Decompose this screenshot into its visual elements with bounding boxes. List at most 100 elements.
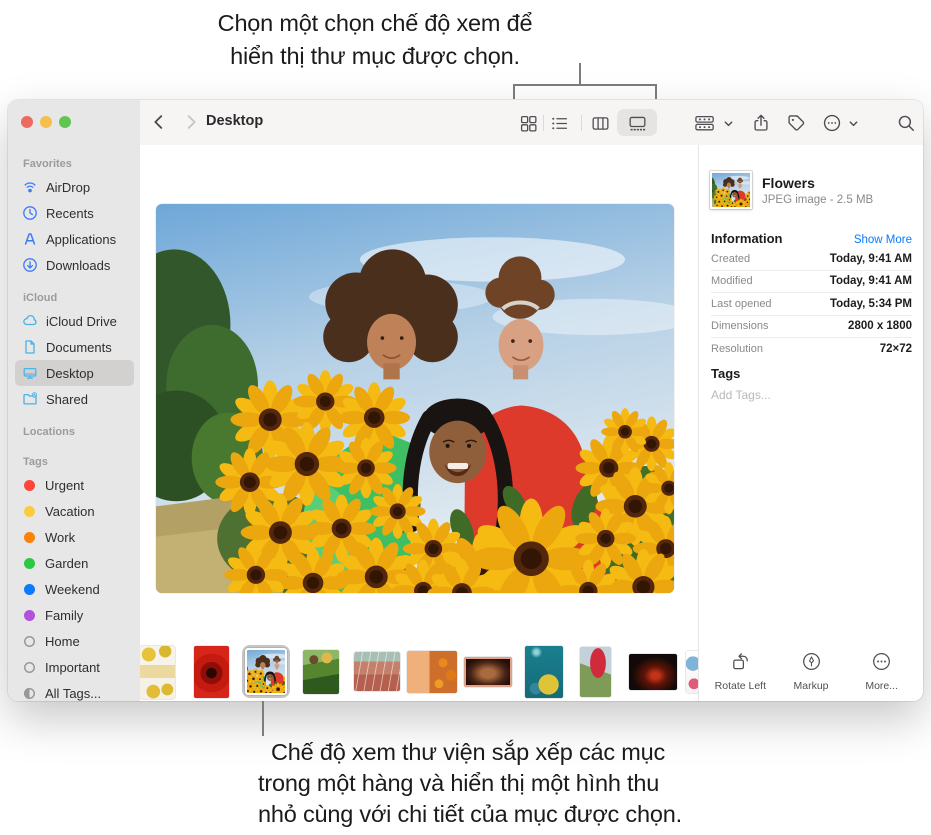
list-view-button[interactable] [547, 111, 571, 135]
gallery-view-button[interactable] [625, 111, 649, 135]
information-header: Information [711, 231, 783, 246]
file-subtitle: JPEG image - 2.5 MB [762, 193, 874, 206]
window-controls [21, 116, 71, 128]
gallery-thumbnail[interactable] [242, 645, 290, 698]
sidebar-row[interactable]: Locations [15, 422, 134, 442]
search-button[interactable] [893, 110, 919, 136]
gallery-strip [140, 640, 698, 701]
sidebar-row-label: Vacation [45, 503, 95, 519]
more-options-icon [823, 114, 841, 132]
sidebar-row[interactable]: Applications [15, 226, 134, 252]
tags-button[interactable] [783, 110, 809, 136]
add-tags-field[interactable]: Add Tags... [711, 388, 771, 402]
tag-color-dot [24, 531, 35, 543]
more-options-button[interactable] [819, 110, 845, 136]
applications-icon [21, 231, 39, 247]
sidebar-row-label: Important [45, 659, 100, 675]
annotation-top-line2: hiển thị thư mục được chọn. [230, 43, 520, 69]
sidebar-row-label: iCloud Drive [46, 313, 117, 329]
sidebar-row[interactable]: Favorites [15, 154, 134, 174]
gallery-thumbnail[interactable] [525, 646, 563, 698]
callout-stem-top [579, 63, 581, 84]
action-button[interactable]: More... [846, 651, 917, 692]
sidebar-row-label: Weekend [45, 581, 100, 597]
thumbnail-image [686, 651, 698, 693]
annotation-bottom-line1: Chế độ xem thư viện sắp xếp các mục [271, 739, 666, 765]
icons-view-button[interactable] [516, 111, 540, 135]
info-label: Dimensions [711, 320, 769, 333]
sidebar-row[interactable]: Weekend [15, 576, 134, 602]
group-by-chevron-icon[interactable] [721, 116, 735, 130]
sidebar-row-label: Documents [46, 339, 112, 355]
tag-color-dot [24, 583, 35, 595]
sidebar-row[interactable]: iCloud Drive [15, 308, 134, 334]
thumbnail-image [629, 654, 677, 690]
gallery-thumbnail[interactable] [140, 646, 175, 699]
gallery-thumbnail[interactable] [686, 651, 698, 693]
action-button[interactable]: Rotate Left [705, 651, 776, 692]
sidebar-row-label: Recents [46, 205, 94, 221]
show-more-link[interactable]: Show More [854, 234, 912, 246]
thumbnail-image [245, 648, 287, 695]
sidebar-row[interactable]: Downloads [15, 252, 134, 278]
close-window-button[interactable] [21, 116, 33, 128]
sidebar-row[interactable]: Garden [15, 550, 134, 576]
sidebar-row[interactable]: Family [15, 602, 134, 628]
sidebar-row[interactable]: iCloud [15, 288, 134, 308]
search-icon [898, 115, 914, 131]
group-by-button[interactable] [692, 111, 718, 135]
sidebar-row[interactable]: Documents [15, 334, 134, 360]
sidebar-row[interactable]: Recents [15, 200, 134, 226]
preview-thumbnail[interactable] [710, 171, 752, 209]
info-row: Resolution 72×72 [711, 338, 912, 360]
sidebar: Favorites AirDrop Recents Applications D… [8, 100, 141, 701]
thumbnail-image [407, 651, 457, 693]
annotation-bottom-line3: nhỏ cùng với chi tiết của mục được chọn. [258, 801, 682, 827]
thumbnail-image [525, 646, 563, 698]
rotate-left-icon [730, 651, 751, 677]
selected-file-preview[interactable] [156, 204, 674, 593]
gallery-thumbnail[interactable] [354, 652, 400, 691]
thumbnail-image [140, 646, 175, 699]
gallery-thumbnail[interactable] [464, 657, 512, 687]
sidebar-row-label: iCloud [23, 292, 58, 304]
documents-icon [21, 339, 39, 355]
tag-color-dot [24, 636, 35, 647]
sidebar-row[interactable]: Shared [15, 386, 134, 412]
sidebar-row[interactable]: Vacation [15, 498, 134, 524]
back-chevron-icon[interactable] [148, 111, 170, 133]
thumbnail-image [194, 646, 229, 698]
thumbnail-image [580, 647, 611, 697]
gallery-thumbnail[interactable] [580, 647, 611, 697]
sidebar-row[interactable]: Home [15, 628, 134, 654]
tag-color-dot [24, 557, 35, 569]
sidebar-row[interactable]: AirDrop [15, 174, 134, 200]
sidebar-row[interactable]: Tags [15, 452, 134, 472]
sidebar-row[interactable]: Urgent [15, 472, 134, 498]
tag-color-dot [24, 479, 35, 491]
info-value: Today, 9:41 AM [829, 252, 912, 265]
sidebar-row-label: Urgent [45, 477, 85, 493]
columns-view-icon [592, 116, 608, 130]
forward-chevron-icon[interactable] [180, 111, 202, 133]
sidebar-row[interactable]: Important [15, 654, 134, 680]
info-row: Dimensions 2800 x 1800 [711, 316, 912, 338]
sidebar-row-label: Downloads [46, 257, 111, 273]
sidebar-row[interactable]: Work [15, 524, 134, 550]
action-button[interactable]: Markup [776, 651, 847, 692]
gallery-thumbnail[interactable] [194, 646, 229, 698]
gallery-thumbnail[interactable] [407, 651, 457, 693]
gallery-thumbnail[interactable] [303, 650, 339, 694]
callout-stem-bottom [262, 701, 264, 736]
action-label: More... [865, 680, 899, 692]
gallery-thumbnail[interactable] [629, 654, 677, 690]
zoom-window-button[interactable] [59, 116, 71, 128]
more-options-chevron-icon[interactable] [846, 116, 860, 130]
minimize-window-button[interactable] [40, 116, 52, 128]
sidebar-row[interactable]: All Tags... [15, 680, 134, 706]
annotation-bottom-line2: trong một hàng và hiển thị một hình thu [258, 770, 660, 796]
sidebar-row[interactable]: Desktop [15, 360, 134, 386]
columns-view-button[interactable] [588, 111, 612, 135]
share-button[interactable] [748, 110, 774, 136]
downloads-icon [21, 257, 39, 273]
